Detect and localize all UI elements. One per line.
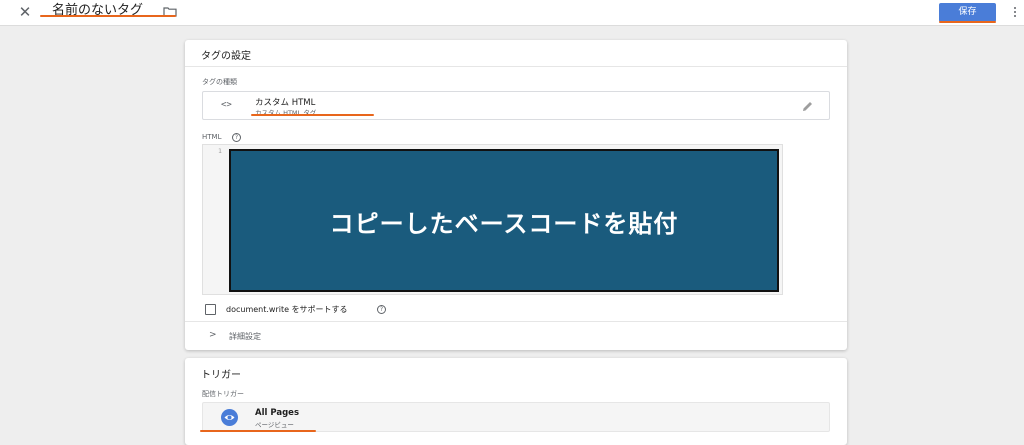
eye-icon	[221, 409, 238, 426]
trigger-type: ページビュー	[255, 421, 294, 429]
trigger-card: トリガー 配信トリガー All Pages ページビュー	[185, 358, 847, 445]
close-icon[interactable]: ✕	[16, 3, 34, 21]
trigger-highlight-underline	[200, 430, 316, 432]
tag-config-title: タグの設定	[201, 51, 251, 62]
advanced-settings-toggle[interactable]: > 詳細設定	[185, 321, 847, 350]
tag-type-highlight-underline	[251, 114, 374, 116]
html-code-editor[interactable]: 1 コピーしたベースコードを貼付	[202, 144, 783, 295]
more-vert-icon[interactable]	[1012, 3, 1020, 21]
trigger-item-all-pages[interactable]: All Pages ページビュー	[202, 402, 830, 432]
paste-instruction-overlay: コピーしたベースコードを貼付	[329, 210, 679, 238]
help-icon[interactable]: ?	[377, 305, 386, 314]
trigger-name: All Pages	[255, 408, 300, 418]
firing-trigger-label: 配信トリガー	[202, 390, 244, 398]
chevron-right-icon: >	[209, 330, 217, 340]
title-highlight-underline	[40, 15, 176, 17]
code-area[interactable]: コピーしたベースコードを貼付	[229, 149, 779, 292]
tag-type-label: タグの種類	[202, 78, 237, 86]
document-write-label: document.write をサポートする	[226, 305, 348, 314]
tag-config-card: タグの設定 タグの種類 <> カスタム HTML カスタム HTML タグ HT…	[185, 40, 847, 350]
edit-pencil-icon[interactable]	[801, 100, 814, 113]
save-button[interactable]: 保存	[939, 3, 996, 22]
html-label: HTML	[202, 133, 222, 141]
advanced-settings-label: 詳細設定	[229, 332, 261, 341]
help-icon[interactable]: ?	[232, 133, 241, 142]
document-write-checkbox[interactable]	[205, 304, 216, 315]
tag-config-header: タグの設定	[185, 40, 847, 67]
top-bar: ✕ 名前のないタグ 保存	[0, 0, 1024, 26]
trigger-title: トリガー	[201, 370, 241, 381]
line-number: 1	[218, 147, 222, 155]
code-icon: <>	[221, 100, 232, 110]
save-highlight-underline	[939, 21, 996, 23]
